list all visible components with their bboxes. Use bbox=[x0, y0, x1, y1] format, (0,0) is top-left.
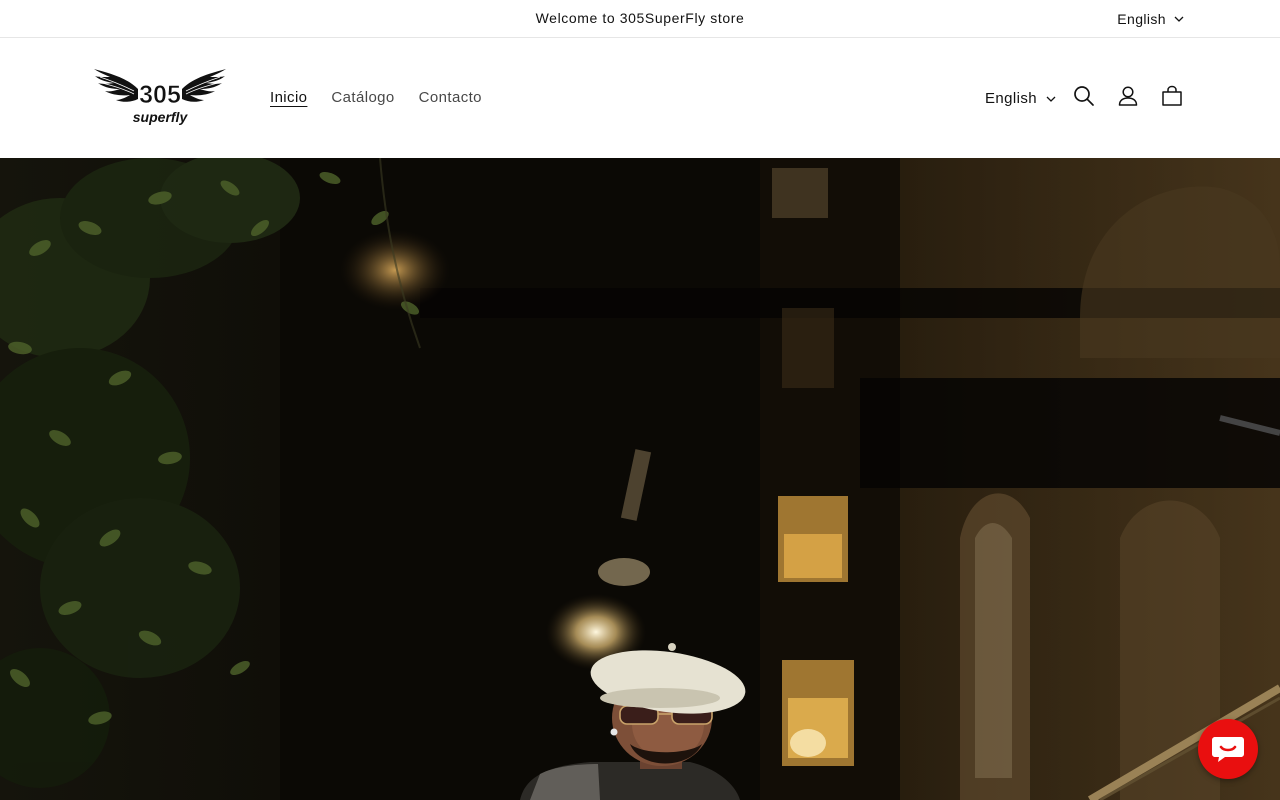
winged-logo-icon: 305 superfly bbox=[94, 69, 226, 125]
cart-icon bbox=[1162, 85, 1182, 106]
nav-item-inicio[interactable]: Inicio bbox=[270, 89, 307, 106]
header-language-selector[interactable]: English bbox=[985, 90, 1056, 107]
cart-button[interactable] bbox=[1160, 84, 1184, 108]
nav-item-catalogo[interactable]: Catálogo bbox=[331, 89, 394, 106]
search-icon bbox=[1074, 86, 1094, 106]
announcement-language-label: English bbox=[1117, 11, 1166, 27]
store-logo[interactable]: 305 superfly bbox=[92, 67, 228, 131]
announcement-language-selector[interactable]: English bbox=[1117, 11, 1184, 27]
hero-banner[interactable] bbox=[0, 158, 1280, 800]
logo-number: 305 bbox=[139, 81, 181, 109]
header-language-label: English bbox=[985, 90, 1037, 107]
search-button[interactable] bbox=[1072, 84, 1096, 108]
main-nav: Inicio Catálogo Contacto bbox=[270, 89, 482, 106]
account-icon bbox=[1118, 86, 1138, 106]
announcement-text: Welcome to 305SuperFly store bbox=[535, 10, 745, 26]
site-header: 305 superfly Inicio Catálogo Contacto En… bbox=[0, 39, 1280, 158]
announcement-bar: Welcome to 305SuperFly store English bbox=[0, 0, 1280, 38]
account-button[interactable] bbox=[1116, 84, 1140, 108]
chat-bubble-icon bbox=[1212, 737, 1244, 762]
chevron-down-icon bbox=[1174, 16, 1184, 22]
nav-item-contacto[interactable]: Contacto bbox=[419, 89, 482, 106]
logo-word: superfly bbox=[133, 109, 189, 125]
chevron-down-icon bbox=[1046, 96, 1056, 102]
chat-button[interactable] bbox=[1198, 719, 1258, 779]
hero-image bbox=[0, 158, 1280, 800]
